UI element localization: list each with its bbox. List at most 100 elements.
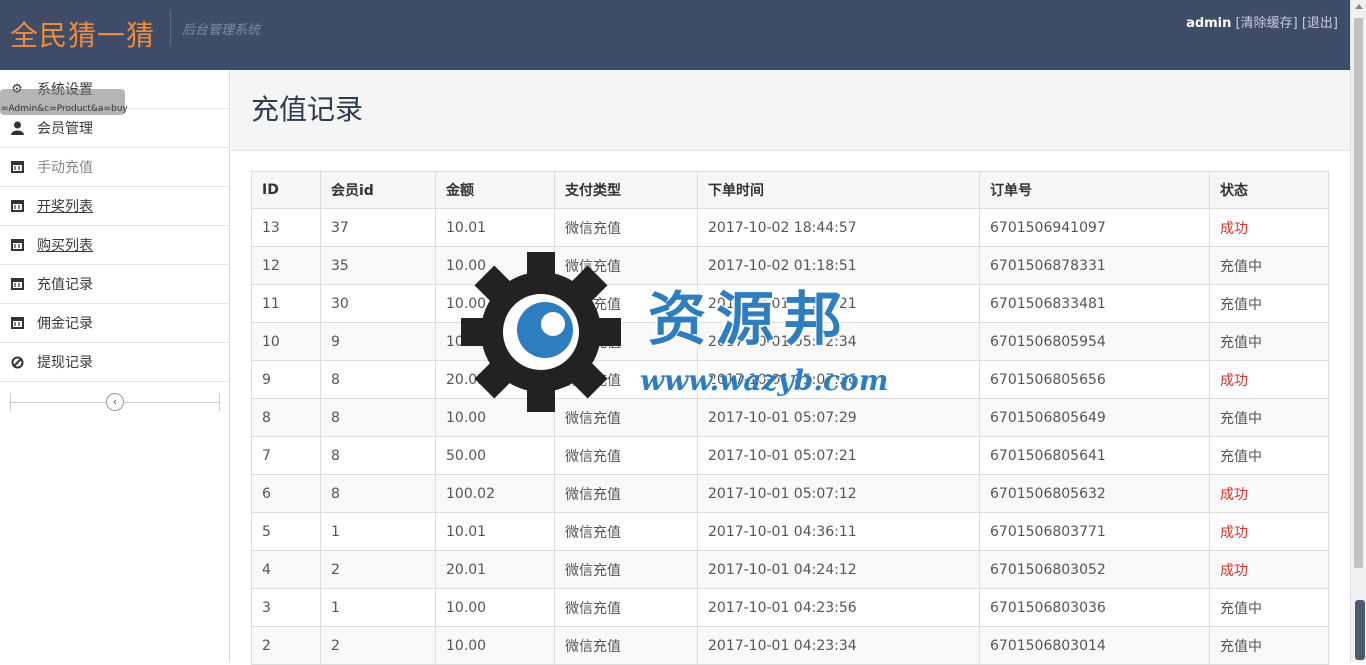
top-navbar: 全民猜一猜 后台管理系统 admin [清除缓存] [退出]: [0, 0, 1350, 70]
status-cell: 成功: [1209, 360, 1329, 399]
calendar-icon: [10, 199, 24, 213]
table-cell: 10.01: [435, 512, 555, 551]
brand-title[interactable]: 全民猜一猜: [10, 14, 155, 54]
watermark-text: 资源邦: [648, 285, 853, 353]
table-cell: 6701506941097: [979, 208, 1210, 247]
username: admin: [1186, 16, 1232, 31]
table-cell: 8: [320, 474, 436, 513]
table-cell: 6701506803036: [979, 588, 1210, 627]
table-cell: 12: [251, 246, 321, 285]
table-cell: 微信充值: [554, 474, 698, 513]
table-cell: 30: [320, 284, 436, 323]
table-cell: 2: [320, 550, 436, 589]
sidebar-item-label: 佣金记录: [37, 316, 93, 332]
table-cell: 10: [251, 322, 321, 361]
table-row: 13 37 10.01 微信充值 2017-10-02 18:44:57 67015069…: [251, 208, 1329, 247]
column-header: ID: [251, 171, 321, 209]
table-cell: 10.00: [435, 626, 555, 665]
calendar-icon: [10, 316, 24, 330]
table-cell: 2017-10-01 04:36:11: [697, 512, 980, 551]
status-cell: 充值中: [1209, 588, 1329, 627]
table-cell: 9: [251, 360, 321, 399]
table-cell: 100.02: [435, 474, 555, 513]
table-cell: 2017-10-01 04:23:56: [697, 588, 980, 627]
user-menu: admin [清除缓存] [退出]: [1186, 12, 1338, 31]
table-row: 2 2 10.00 微信充值 2017-10-01 04:23:34 6701506803…: [251, 626, 1329, 665]
column-header: 订单号: [979, 171, 1210, 209]
table-cell: 2017-10-01 05:07:29: [697, 398, 980, 437]
table-cell: 10.00: [435, 588, 555, 627]
table-row: 8 8 10.00 微信充值 2017-10-01 05:07:29 6701506805…: [251, 398, 1329, 437]
table-cell: 1: [320, 512, 436, 551]
scroll-corner: [1355, 600, 1365, 660]
recharge-table: ID 会员id 金额 支付类型 下单时间 订单号 状态 13 37 10.01 微信充…: [251, 171, 1329, 665]
sidebar-item-commission-records[interactable]: 佣金记录: [0, 304, 229, 343]
table-cell: 6701506803014: [979, 626, 1210, 665]
table-cell: 50.00: [435, 436, 555, 475]
user-icon: [10, 121, 24, 135]
table-cell: 6701506805641: [979, 436, 1210, 475]
sidebar-item-label: 开奖列表: [37, 199, 93, 215]
brand-divider: [170, 10, 171, 46]
scroll-thumb[interactable]: [1354, 18, 1363, 568]
table-row: 6 8 100.02 微信充值 2017-10-01 05:07:12 670150680…: [251, 474, 1329, 513]
table-cell: 微信充值: [554, 550, 698, 589]
status-cell: 成功: [1209, 550, 1329, 589]
brand-subtitle: 后台管理系统: [182, 23, 261, 38]
sidebar: ⚙ 系统设置 会员管理 手动充值 开奖列表 购买列表 充值记录 佣金记录 提现记…: [0, 70, 230, 662]
table-cell: 37: [320, 208, 436, 247]
table-cell: 13: [251, 208, 321, 247]
table-cell: 8: [320, 398, 436, 437]
status-cell: 充值中: [1209, 246, 1329, 285]
sidebar-item-recharge-records[interactable]: 充值记录: [0, 265, 229, 304]
column-header: 会员id: [320, 171, 436, 209]
status-cell: 成功: [1209, 512, 1329, 551]
sidebar-item-label: 手动充值: [37, 160, 93, 176]
sidebar-item-draw-list[interactable]: 开奖列表: [0, 187, 229, 226]
table-cell: 6701506803771: [979, 512, 1210, 551]
table-row: 4 2 20.01 微信充值 2017-10-01 04:24:12 6701506803…: [251, 550, 1329, 589]
table-header-row: ID 会员id 金额 支付类型 下单时间 订单号 状态: [251, 171, 1329, 209]
sidebar-collapse: ‹: [10, 393, 220, 411]
clear-cache-link[interactable]: [清除缓存]: [1236, 16, 1298, 31]
status-cell: 充值中: [1209, 436, 1329, 475]
table-cell: 2017-10-01 04:24:12: [697, 550, 980, 589]
column-header: 支付类型: [554, 171, 698, 209]
table-row: 7 8 50.00 微信充值 2017-10-01 05:07:21 6701506805…: [251, 436, 1329, 475]
column-header: 金额: [435, 171, 555, 209]
table-row: 5 1 10.01 微信充值 2017-10-01 04:36:11 6701506803…: [251, 512, 1329, 551]
table-cell: 1: [320, 588, 436, 627]
table-cell: 11: [251, 284, 321, 323]
sidebar-item-label: 充值记录: [37, 277, 93, 293]
table-cell: 6701506805632: [979, 474, 1210, 513]
status-cell: 充值中: [1209, 398, 1329, 437]
scroll-up-icon[interactable]: [1355, 4, 1363, 9]
column-header: 下单时间: [697, 171, 980, 209]
sidebar-item-manual-recharge[interactable]: 手动充值: [0, 148, 229, 187]
table-cell: 微信充值: [554, 436, 698, 475]
chevron-left-icon[interactable]: ‹: [106, 393, 124, 411]
table-cell: 微信充值: [554, 208, 698, 247]
status-cell: 成功: [1209, 474, 1329, 513]
table-cell: 2017-10-02 18:44:57: [697, 208, 980, 247]
table-cell: 微信充值: [554, 626, 698, 665]
logout-link[interactable]: [退出]: [1302, 16, 1338, 31]
sidebar-item-withdraw-records[interactable]: 提现记录: [0, 343, 229, 382]
table-cell: 2017-10-01 05:07:21: [697, 436, 980, 475]
sidebar-item-purchase-list[interactable]: 购买列表: [0, 226, 229, 265]
table-cell: 6701506805656: [979, 360, 1210, 399]
table-cell: 35: [320, 246, 436, 285]
status-cell: 充值中: [1209, 322, 1329, 361]
table-cell: 6701506803052: [979, 550, 1210, 589]
table-cell: 微信充值: [554, 512, 698, 551]
vertical-scrollbar[interactable]: [1350, 0, 1366, 662]
table-cell: 8: [320, 360, 436, 399]
table-cell: 2: [320, 626, 436, 665]
table-cell: 6701506833481: [979, 284, 1210, 323]
table-cell: 8: [320, 436, 436, 475]
page-title: 充值记录: [251, 93, 364, 126]
watermark-gear-icon: [461, 252, 621, 412]
column-header: 状态: [1209, 171, 1329, 209]
sidebar-item-label: 会员管理: [37, 121, 93, 137]
table-cell: 6701506805649: [979, 398, 1210, 437]
